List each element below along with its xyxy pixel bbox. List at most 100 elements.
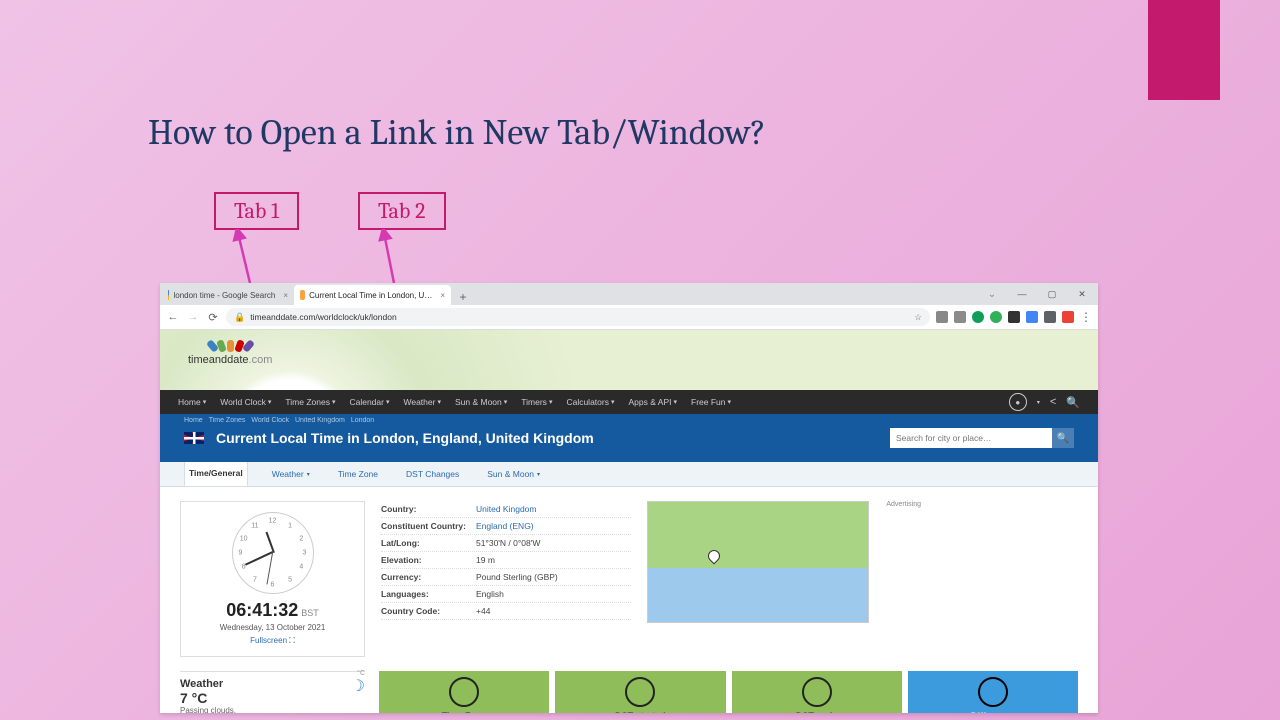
digital-time: 06:41:32BST — [191, 600, 354, 621]
bookmark-star-icon[interactable]: ☆ — [914, 312, 922, 323]
lower-row: °C ☽ Weather 7 °C Passing clouds. 17 / 1… — [160, 671, 1098, 713]
minimize-button[interactable]: — — [1012, 289, 1032, 299]
breadcrumb-item[interactable]: United Kingdom — [295, 417, 345, 424]
nav-calendar[interactable]: Calendar▾ — [349, 397, 389, 407]
fact-row: Languages:English — [381, 586, 631, 603]
fact-row: Country:United Kingdom — [381, 501, 631, 518]
fact-value: +44 — [476, 606, 490, 616]
fact-value[interactable]: United Kingdom — [476, 504, 536, 514]
ext-icon[interactable] — [1008, 311, 1020, 323]
reload-button[interactable]: ⟳ — [206, 310, 220, 324]
slide-title: How to Open a Link in New Tab/Window? — [148, 112, 766, 153]
extension-icons: ⋮ — [936, 310, 1092, 324]
nav-apps[interactable]: Apps & API▾ — [629, 397, 678, 407]
nav-sunmoon[interactable]: Sun & Moon▾ — [455, 397, 507, 407]
facts-table: Country:United KingdomConstituent Countr… — [381, 501, 631, 657]
fact-key: Lat/Long: — [381, 538, 476, 548]
close-tab-icon[interactable]: × — [283, 291, 288, 300]
clock-diff-icon — [978, 677, 1008, 707]
nav-worldclock[interactable]: World Clock▾ — [220, 397, 271, 407]
close-window-button[interactable]: ✕ — [1072, 289, 1092, 300]
breadcrumb: Home Time Zones World Clock United Kingd… — [184, 417, 374, 424]
weather-heading: Weather — [180, 678, 365, 690]
share-icon[interactable]: < — [1050, 396, 1056, 408]
page-tabs: Time/General Weather▾ Time Zone DST Chan… — [160, 462, 1098, 487]
url-text: timeanddate.com/worldclock/uk/london — [250, 312, 396, 322]
fact-row: Elevation:19 m — [381, 552, 631, 569]
card-timezone[interactable]: Time Zone BST (British Summer Time) — [379, 671, 549, 713]
weather-desc: Passing clouds. — [180, 706, 365, 713]
nav-timers[interactable]: Timers▾ — [521, 397, 552, 407]
tab-time-general[interactable]: Time/General — [184, 460, 248, 486]
clock-forward-icon — [625, 677, 655, 707]
map-pin-icon — [706, 548, 723, 565]
ext-icon[interactable] — [990, 311, 1002, 323]
card-dst-start[interactable]: DST started 28 Mar 2021 — [555, 671, 725, 713]
fact-row: Constituent Country:England (ENG) — [381, 518, 631, 535]
tab-timezone[interactable]: Time Zone — [334, 462, 382, 486]
search-input[interactable] — [890, 428, 1052, 448]
logo-petals — [188, 340, 272, 352]
search-button[interactable]: 🔍 — [1052, 428, 1074, 448]
location-map[interactable] — [647, 501, 869, 623]
tab-dst[interactable]: DST Changes — [402, 462, 463, 486]
breadcrumb-item: London — [351, 417, 374, 424]
nav-freefun[interactable]: Free Fun▾ — [691, 397, 731, 407]
nav-timezones[interactable]: Time Zones▾ — [285, 397, 335, 407]
favicon-google — [168, 290, 169, 300]
second-hand — [266, 553, 273, 585]
ext-icon[interactable] — [972, 311, 984, 323]
tab-strip: london time - Google Search × Current Lo… — [160, 283, 1098, 305]
account-icon[interactable]: ● — [1009, 393, 1027, 411]
nav-weather[interactable]: Weather▾ — [403, 397, 441, 407]
ext-icon[interactable] — [954, 311, 966, 323]
site-logo[interactable]: timeanddate.com — [188, 340, 272, 366]
uk-flag-icon — [184, 432, 204, 444]
site-search: 🔍 — [890, 428, 1074, 448]
tab-weather[interactable]: Weather▾ — [268, 462, 314, 486]
close-tab-icon[interactable]: × — [440, 291, 445, 300]
card-dst-end[interactable]: DST ends 31 Oct 2021 — [732, 671, 902, 713]
site-nav: Home▾ World Clock▾ Time Zones▾ Calendar▾… — [160, 390, 1098, 414]
ext-icon[interactable] — [1062, 311, 1074, 323]
logo-text: timeanddate.com — [188, 354, 272, 366]
advertising-label: Advertising — [886, 501, 921, 508]
address-bar[interactable]: 🔒 timeanddate.com/worldclock/uk/london ☆ — [226, 308, 930, 326]
browser-tab-1[interactable]: london time - Google Search × — [162, 285, 294, 305]
lock-icon: 🔒 — [234, 312, 245, 323]
caret-down-icon[interactable]: ⌄ — [982, 289, 1002, 300]
weather-temp: 7 °C — [180, 690, 365, 706]
content-area: 121 23 45 67 89 1011 06:41:32BST Wednesd… — [160, 487, 1098, 671]
weather-panel: °C ☽ Weather 7 °C Passing clouds. 17 / 1… — [180, 671, 365, 713]
analog-clock: 121 23 45 67 89 1011 — [232, 512, 314, 594]
browser-tab-2[interactable]: Current Local Time in London, U… × — [294, 285, 451, 305]
breadcrumb-item[interactable]: World Clock — [251, 417, 289, 424]
new-tab-button[interactable]: + — [455, 289, 471, 305]
fact-row: Lat/Long:51°30'N / 0°08'W — [381, 535, 631, 552]
maximize-button[interactable]: ▢ — [1042, 289, 1062, 300]
card-difference[interactable]: Difference 4:30 hours behind — [908, 671, 1078, 713]
menu-dots-icon[interactable]: ⋮ — [1080, 310, 1092, 324]
fact-key: Elevation: — [381, 555, 476, 565]
ext-icon[interactable] — [1026, 311, 1038, 323]
back-button[interactable]: ← — [166, 310, 180, 324]
puzzle-icon[interactable] — [1044, 311, 1056, 323]
fullscreen-link[interactable]: Fullscreen ⛶ — [250, 636, 295, 646]
breadcrumb-item[interactable]: Home — [184, 417, 203, 424]
card-title: DST ends — [796, 711, 838, 713]
search-icon[interactable]: 🔍 — [1066, 396, 1080, 409]
arrow-to-tab1 — [220, 229, 260, 287]
clock-panel: 121 23 45 67 89 1011 06:41:32BST Wednesd… — [180, 501, 365, 657]
hour-hand — [265, 532, 274, 553]
nav-home[interactable]: Home▾ — [178, 397, 206, 407]
nav-calculators[interactable]: Calculators▾ — [566, 397, 614, 407]
breadcrumb-item[interactable]: Time Zones — [209, 417, 246, 424]
ext-icon[interactable] — [936, 311, 948, 323]
fact-value[interactable]: England (ENG) — [476, 521, 534, 531]
info-cards: Time Zone BST (British Summer Time) DST … — [379, 671, 1078, 713]
annotation-tab2: Tab 2 — [358, 192, 446, 230]
browser-window: london time - Google Search × Current Lo… — [160, 283, 1098, 713]
tab-sunmoon[interactable]: Sun & Moon▾ — [483, 462, 544, 486]
fact-key: Currency: — [381, 572, 476, 582]
forward-button[interactable]: → — [186, 310, 200, 324]
